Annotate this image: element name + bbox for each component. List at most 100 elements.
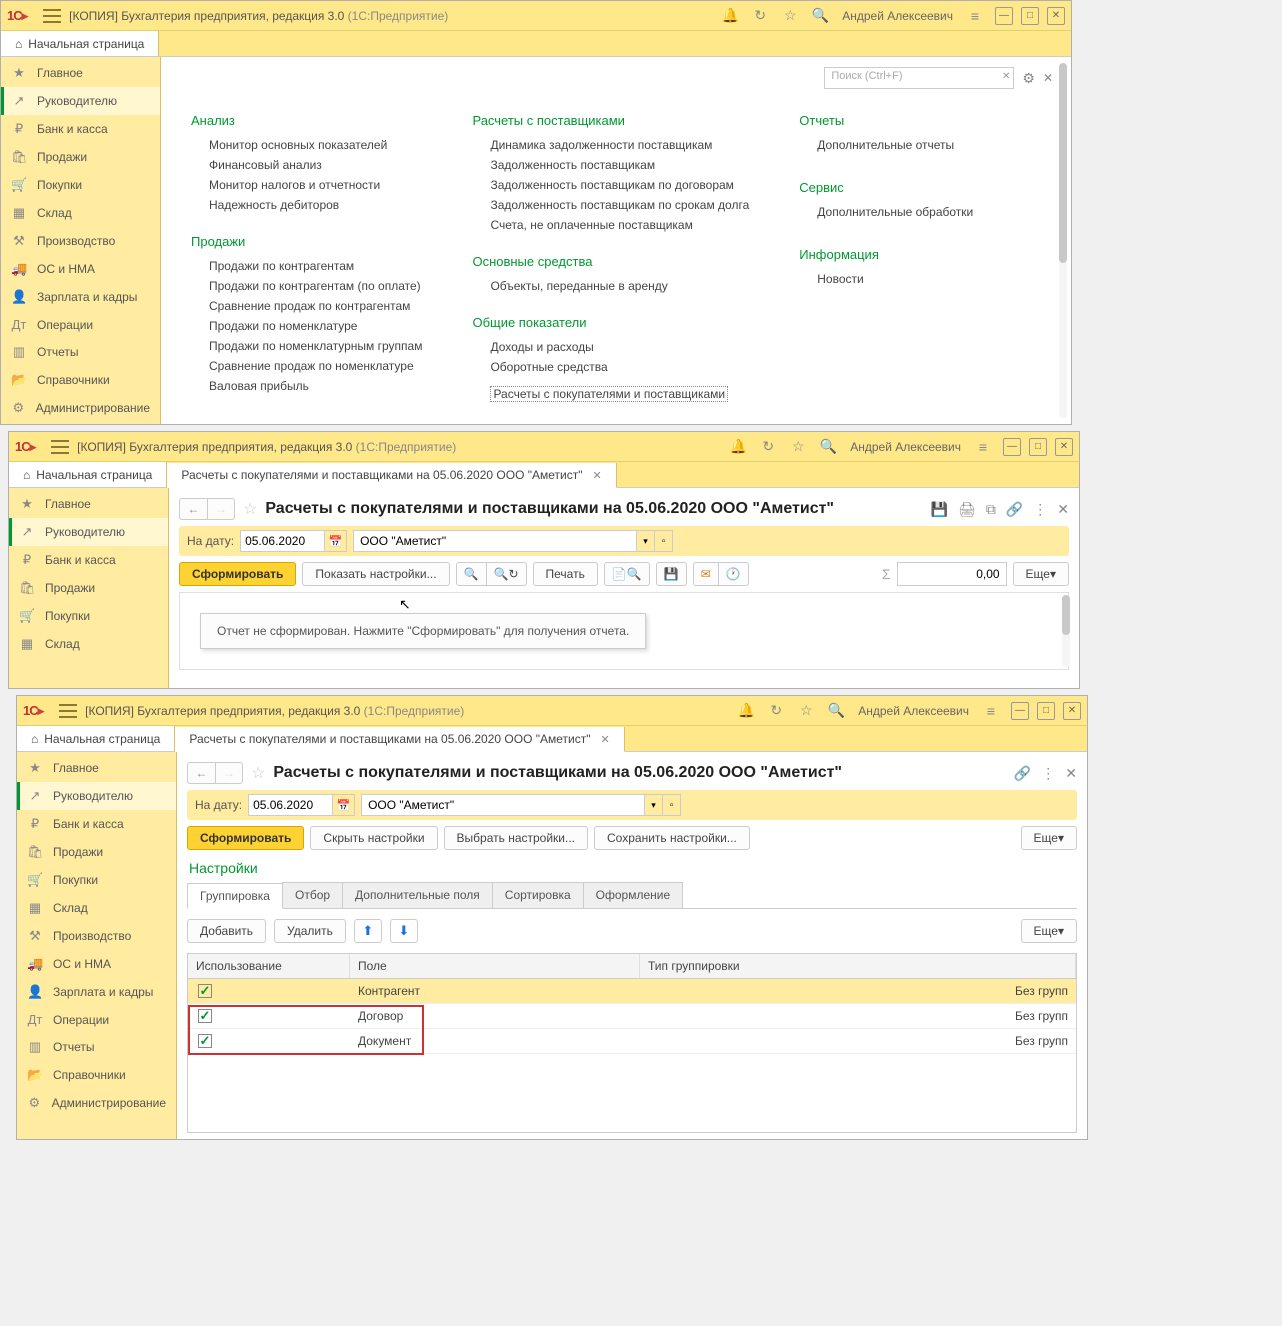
hamburger-icon[interactable] — [43, 9, 61, 23]
search-icon[interactable]: 🔍 — [812, 8, 828, 24]
history-icon[interactable]: ↻ — [768, 703, 784, 719]
checkbox-icon[interactable]: ✓ — [198, 1009, 212, 1023]
settings-tab-1[interactable]: Отбор — [282, 882, 343, 908]
report-link[interactable]: Задолженность поставщикам по срокам долг… — [490, 198, 749, 212]
report-link[interactable]: Задолженность поставщикам по договорам — [490, 178, 749, 192]
sidebar-item-2[interactable]: ₽Банк и касса — [9, 546, 168, 574]
bell-icon[interactable]: 🔔 — [730, 439, 746, 455]
save-icon[interactable]: 💾 — [931, 501, 948, 518]
report-link[interactable]: Продажи по контрагентам (по оплате) — [209, 279, 422, 293]
sidebar-item-12[interactable]: ⚙Администрирование — [1, 394, 160, 422]
report-link[interactable]: Валовая прибыль — [209, 379, 422, 393]
menu-lines-icon[interactable]: ≡ — [983, 703, 999, 719]
sidebar-item-3[interactable]: 🛍Продажи — [17, 838, 176, 866]
close-button[interactable]: ✕ — [1047, 7, 1065, 25]
report-link[interactable]: Монитор налогов и отчетности — [209, 178, 422, 192]
search-input[interactable]: Поиск (Ctrl+F) ✕ — [824, 67, 1014, 89]
close-panel-icon[interactable]: ✕ — [1065, 765, 1077, 782]
preview-icon[interactable]: 📄🔍 — [604, 562, 650, 586]
sidebar-item-3[interactable]: 🛍Продажи — [1, 143, 160, 171]
back-button[interactable]: ← — [187, 762, 215, 784]
close-button[interactable]: ✕ — [1055, 438, 1073, 456]
add-button[interactable]: Добавить — [187, 919, 266, 943]
maximize-button[interactable]: □ — [1021, 7, 1039, 25]
sidebar-item-5[interactable]: ▦Склад — [1, 199, 160, 227]
report-link[interactable]: Сравнение продаж по контрагентам — [209, 299, 422, 313]
scrollbar[interactable] — [1059, 63, 1067, 418]
sidebar-item-10[interactable]: ▥Отчеты — [1, 338, 160, 366]
report-link[interactable]: Новости — [817, 272, 973, 286]
checkbox-icon[interactable]: ✓ — [198, 984, 212, 998]
search-icon[interactable]: 🔍 — [820, 439, 836, 455]
link-customers-suppliers[interactable]: Расчеты с покупателями и поставщиками — [490, 386, 728, 402]
sidebar-item-5[interactable]: ▦Склад — [9, 630, 168, 658]
choose-settings-button[interactable]: Выбрать настройки... — [444, 826, 588, 850]
form-button[interactable]: Сформировать — [187, 826, 304, 850]
more-button-grid[interactable]: Еще ▾ — [1021, 919, 1077, 943]
select-icon[interactable]: ▫ — [663, 794, 681, 816]
back-button[interactable]: ← — [179, 498, 207, 520]
tab-close-icon[interactable]: ✕ — [601, 733, 610, 746]
org-input[interactable] — [361, 794, 645, 816]
grid-row[interactable]: ✓ДокументБез групп — [188, 1029, 1076, 1054]
date-input[interactable] — [240, 530, 325, 552]
report-link[interactable]: Задолженность поставщикам — [490, 158, 749, 172]
forward-button[interactable]: → — [215, 762, 243, 784]
favorite-icon[interactable]: ☆ — [251, 763, 265, 783]
report-link[interactable]: Дополнительные обработки — [817, 205, 973, 219]
checkbox-icon[interactable]: ✓ — [198, 1034, 212, 1048]
dropdown-icon[interactable]: ▾ — [645, 794, 663, 816]
sidebar-item-2[interactable]: ₽Банк и касса — [1, 115, 160, 143]
sidebar-item-1[interactable]: ↗Руководителю — [1, 87, 160, 115]
sidebar-item-9[interactable]: ДтОперации — [1, 311, 160, 338]
report-link[interactable]: Дополнительные отчеты — [817, 138, 973, 152]
calendar-icon[interactable]: 📅 — [333, 794, 355, 816]
hamburger-icon[interactable] — [51, 440, 69, 454]
report-link[interactable]: Оборотные средства — [490, 360, 749, 374]
close-button[interactable]: ✕ — [1063, 702, 1081, 720]
show-settings-button[interactable]: Показать настройки... — [302, 562, 449, 586]
settings-tab-3[interactable]: Сортировка — [492, 882, 584, 908]
tab-close-icon[interactable]: ✕ — [593, 469, 602, 482]
minimize-button[interactable]: — — [1003, 438, 1021, 456]
settings-tab-4[interactable]: Оформление — [583, 882, 683, 908]
sidebar-item-4[interactable]: 🛒Покупки — [17, 866, 176, 894]
close-panel-icon[interactable]: ✕ — [1057, 501, 1069, 518]
tab-home[interactable]: ⌂ Начальная страница — [1, 31, 159, 56]
kebab-icon[interactable]: ⋮ — [1041, 765, 1055, 782]
sidebar-item-3[interactable]: 🛍Продажи — [9, 574, 168, 602]
sidebar-item-12[interactable]: ⚙Администрирование — [17, 1089, 176, 1117]
tab-report[interactable]: Расчеты с покупателями и поставщиками на… — [175, 727, 624, 752]
menu-lines-icon[interactable]: ≡ — [975, 439, 991, 455]
report-link[interactable]: Счета, не оплаченные поставщикам — [490, 218, 749, 232]
bell-icon[interactable]: 🔔 — [722, 8, 738, 24]
move-down-icon[interactable]: ⬇ — [390, 919, 418, 943]
sidebar-item-1[interactable]: ↗Руководителю — [17, 782, 176, 810]
sidebar-item-7[interactable]: 🚚ОС и НМА — [17, 950, 176, 978]
star-icon[interactable]: ☆ — [790, 439, 806, 455]
sum-field[interactable] — [897, 562, 1007, 586]
calendar-icon[interactable]: 📅 — [325, 530, 347, 552]
sidebar-item-11[interactable]: 📂Справочники — [17, 1061, 176, 1089]
dropdown-icon[interactable]: ▾ — [637, 530, 655, 552]
sidebar-item-8[interactable]: 👤Зарплата и кадры — [1, 283, 160, 311]
sidebar-item-6[interactable]: ⚒Производство — [1, 227, 160, 255]
scrollbar[interactable] — [1062, 595, 1070, 667]
history-icon[interactable]: ↻ — [752, 8, 768, 24]
sidebar-item-0[interactable]: ★Главное — [17, 754, 176, 782]
star-icon[interactable]: ☆ — [798, 703, 814, 719]
report-link[interactable]: Динамика задолженности поставщикам — [490, 138, 749, 152]
menu-lines-icon[interactable]: ≡ — [967, 8, 983, 24]
form-button[interactable]: Сформировать — [179, 562, 296, 586]
sidebar-item-4[interactable]: 🛒Покупки — [1, 171, 160, 199]
select-icon[interactable]: ▫ — [655, 530, 673, 552]
minimize-button[interactable]: — — [995, 7, 1013, 25]
tab-home[interactable]: ⌂ Начальная страница — [9, 462, 167, 487]
hide-settings-button[interactable]: Скрыть настройки — [310, 826, 437, 850]
sidebar-item-6[interactable]: ⚒Производство — [17, 922, 176, 950]
search-icon[interactable]: 🔍 — [828, 703, 844, 719]
maximize-button[interactable]: □ — [1029, 438, 1047, 456]
sidebar-item-2[interactable]: ₽Банк и касса — [17, 810, 176, 838]
settings-tab-2[interactable]: Дополнительные поля — [342, 882, 493, 908]
report-link[interactable]: Продажи по номенклатурным группам — [209, 339, 422, 353]
